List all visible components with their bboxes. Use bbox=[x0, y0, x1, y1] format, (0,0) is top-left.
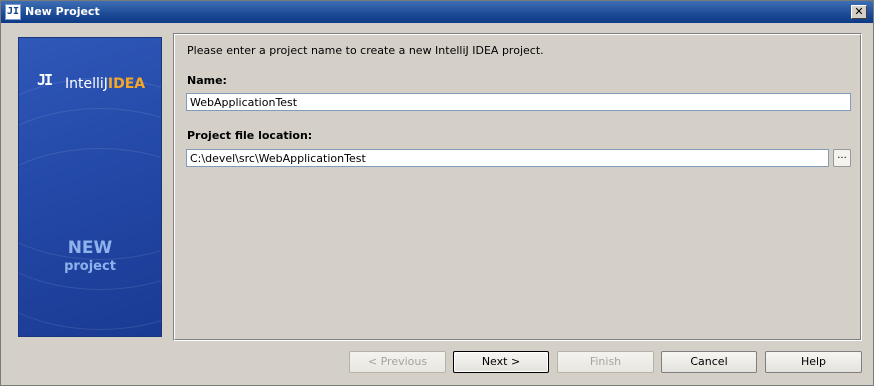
project-name-input[interactable] bbox=[186, 93, 851, 111]
intellij-banner: JI IntelliJIDEA NEW project bbox=[18, 37, 162, 337]
next-button[interactable]: Next > bbox=[453, 351, 549, 373]
intro-text: Please enter a project name to create a … bbox=[187, 44, 544, 57]
project-form-panel: Please enter a project name to create a … bbox=[173, 33, 862, 341]
project-form-panel-inner: Please enter a project name to create a … bbox=[174, 34, 861, 340]
window-title: New Project bbox=[25, 5, 100, 18]
banner-heading-new: NEW bbox=[67, 238, 113, 258]
help-button[interactable]: Help bbox=[765, 351, 862, 373]
logo-name-accent: IDEA bbox=[107, 76, 146, 92]
location-label: Project file location: bbox=[187, 129, 313, 142]
banner-heading-project: project bbox=[64, 259, 116, 274]
new-project-dialog: JI New Project ✕ JI IntelliJIDEA NEW pro… bbox=[0, 0, 874, 386]
cancel-button[interactable]: Cancel bbox=[661, 351, 757, 373]
browse-location-button[interactable]: ... bbox=[833, 149, 851, 167]
logo-name-primary: IntelliJ bbox=[65, 76, 108, 92]
close-button[interactable]: ✕ bbox=[851, 5, 867, 19]
title-bar[interactable]: JI New Project ✕ bbox=[1, 1, 873, 23]
finish-button[interactable]: Finish bbox=[557, 351, 654, 373]
intellij-logo-text: IntelliJIDEA bbox=[65, 76, 145, 92]
intellij-app-icon: JI bbox=[5, 4, 21, 20]
previous-button[interactable]: < Previous bbox=[349, 351, 446, 373]
name-label: Name: bbox=[187, 74, 227, 87]
intellij-logo-icon: JI bbox=[37, 71, 53, 89]
project-location-input[interactable] bbox=[186, 149, 829, 167]
